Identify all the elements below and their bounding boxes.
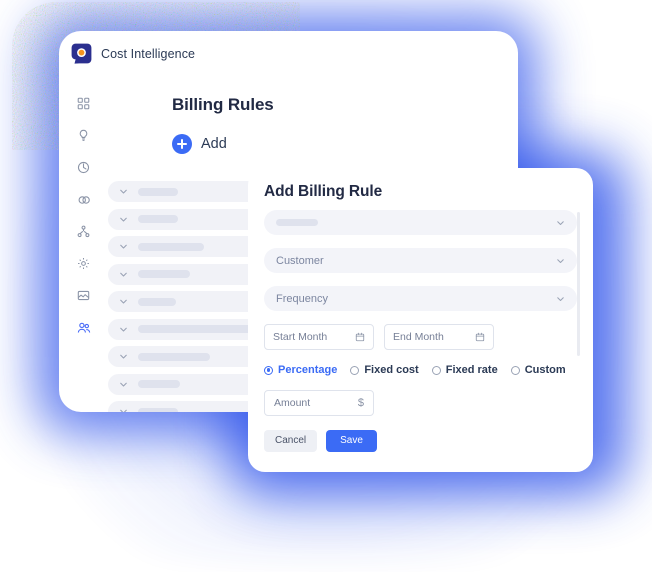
radio-icon[interactable] — [264, 365, 273, 375]
sidebar-item-connections[interactable] — [71, 190, 97, 209]
chevron-down-icon[interactable] — [118, 214, 129, 225]
customer-select-label: Customer — [276, 254, 324, 267]
page-title: Billing Rules — [172, 95, 274, 114]
chevron-down-icon[interactable] — [118, 186, 129, 197]
amount-placeholder: Amount — [274, 397, 311, 409]
sidebar-item-settings[interactable] — [71, 254, 97, 273]
row-skeleton — [138, 270, 190, 278]
sidebar-item-users[interactable] — [71, 318, 97, 337]
chevron-down-icon[interactable] — [118, 241, 129, 252]
month-range-row: Start Month End Month — [264, 324, 577, 350]
start-month-placeholder: Start Month — [273, 331, 328, 343]
add-billing-rule-modal: Add Billing Rule Customer Frequency Star… — [248, 168, 593, 472]
customer-select[interactable]: Customer — [264, 248, 577, 273]
row-skeleton — [138, 325, 258, 333]
chevron-down-icon[interactable] — [118, 324, 129, 335]
modal-scrollbar[interactable] — [577, 212, 580, 356]
cancel-button[interactable]: Cancel — [264, 430, 318, 452]
chevron-down-icon[interactable] — [118, 379, 129, 390]
rate-type-option-fixed-rate[interactable]: Fixed rate — [431, 364, 498, 376]
radio-icon[interactable] — [350, 365, 360, 375]
modal-body: Customer Frequency Start Month End Month… — [264, 210, 577, 452]
chevron-down-icon[interactable] — [118, 269, 129, 280]
sidebar-item-history[interactable] — [71, 158, 97, 177]
sidebar-item-dashboard[interactable] — [71, 94, 97, 113]
rate-type-option-custom[interactable]: Custom — [510, 364, 566, 376]
rate-type-label: Fixed rate — [445, 364, 498, 376]
modal-actions: Cancel Save — [264, 430, 577, 452]
amount-field[interactable]: Amount $ — [264, 390, 374, 416]
row-skeleton — [138, 407, 178, 412]
add-rule-button[interactable]: Add — [172, 134, 518, 154]
chevron-down-icon[interactable] — [118, 406, 129, 412]
row-skeleton — [138, 297, 176, 306]
chevron-down-icon[interactable] — [118, 351, 129, 362]
radio-icon[interactable] — [510, 365, 520, 375]
row-skeleton — [138, 215, 178, 223]
row-skeleton — [138, 380, 180, 388]
row-skeleton — [138, 242, 204, 251]
rate-type-label: Fixed cost — [364, 364, 419, 376]
rate-type-radio-group: Percentage Fixed cost Fixed rate Custom — [264, 364, 577, 376]
chevron-down-icon — [555, 255, 566, 266]
end-month-field[interactable]: End Month — [384, 324, 494, 350]
sidebar — [59, 79, 108, 412]
rule-select[interactable] — [264, 210, 577, 235]
brand-name: Cost Intelligence — [101, 46, 196, 61]
amount-unit: $ — [357, 397, 364, 409]
rate-type-option-percentage[interactable]: Percentage — [264, 364, 337, 376]
end-month-placeholder: End Month — [393, 331, 444, 343]
brand: Cost Intelligence — [71, 43, 195, 64]
start-month-field[interactable]: Start Month — [264, 324, 374, 350]
sidebar-item-hierarchy[interactable] — [71, 222, 97, 241]
rate-type-label: Percentage — [278, 364, 338, 376]
cost-intelligence-logo-icon — [71, 43, 92, 64]
sidebar-item-insights[interactable] — [71, 126, 97, 145]
rule-select-skeleton — [276, 219, 318, 226]
frequency-select[interactable]: Frequency — [264, 286, 577, 311]
sidebar-item-reports[interactable] — [71, 286, 97, 305]
modal-title: Add Billing Rule — [264, 183, 383, 200]
add-rule-label: Add — [201, 136, 227, 152]
calendar-icon[interactable] — [475, 332, 485, 342]
save-button[interactable]: Save — [326, 430, 377, 452]
radio-icon[interactable] — [431, 365, 441, 375]
chevron-down-icon[interactable] — [118, 296, 129, 307]
frequency-select-label: Frequency — [276, 292, 328, 305]
plus-icon — [172, 134, 192, 154]
row-skeleton — [138, 352, 210, 361]
chevron-down-icon — [555, 217, 566, 228]
screenshot-stage: Cost Intelligence Billing Rules Add Add … — [0, 0, 652, 572]
row-skeleton — [138, 187, 178, 196]
rate-type-label: Custom — [524, 364, 566, 376]
calendar-icon[interactable] — [355, 332, 365, 342]
chevron-down-icon — [555, 293, 566, 304]
rate-type-option-fixed-cost[interactable]: Fixed cost — [350, 364, 419, 376]
